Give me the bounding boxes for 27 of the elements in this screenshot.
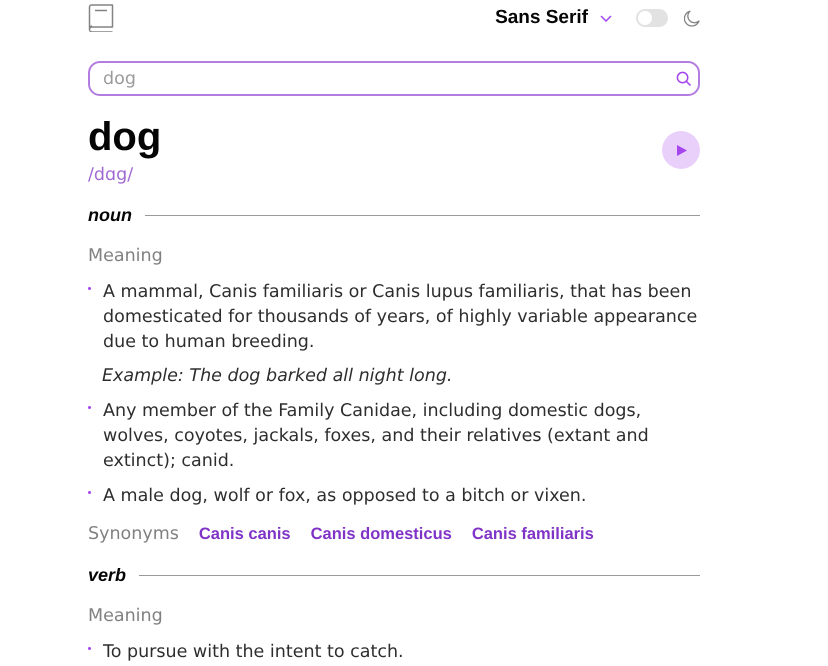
synonym-link[interactable]: Canis canis [198,522,291,547]
font-dropdown[interactable]: Sans Serif [495,7,612,29]
bullet-icon [88,406,91,409]
definition-text: To pursue with the intent to catch. [103,641,404,664]
chevron-down-icon [600,14,612,22]
search-icon[interactable] [676,71,691,86]
definition-text: A mammal, Canis familiaris or Canis lupus familiaris, that has been domesticated for thousands of years, of highly variable appearance due to human breeding. [103,281,698,354]
definition-text: A male dog, wolf or fox, as opposed to a bitch or vixen. [103,485,586,508]
bullet-icon [88,647,91,650]
meaning-heading: Meaning [88,245,164,268]
bullet-icon [88,287,91,290]
part-of-speech-label: verb [88,564,126,586]
play-button[interactable] [662,131,700,169]
part-of-speech-label: noun [88,204,132,226]
headword: dog [88,114,162,160]
book-icon [88,4,114,32]
phonetic: /dɑg/ [88,164,134,186]
definition-text: Any member of the Family Canidae, including domestic dogs, wolves, coyotes, jackals, foxes, and their relatives (extant and extinct); canid. [103,400,650,473]
synonym-link[interactable]: Canis familiaris [472,522,594,547]
synonym-link[interactable]: Canis domesticus [310,522,452,547]
moon-icon [684,10,700,26]
example-text: Example: The dog barked all night long. [102,365,454,388]
play-icon [677,144,687,156]
synonyms-label: Synonyms [88,523,179,546]
bullet-icon [88,491,91,494]
theme-toggle[interactable] [636,9,668,27]
meaning-heading: Meaning [88,605,164,628]
